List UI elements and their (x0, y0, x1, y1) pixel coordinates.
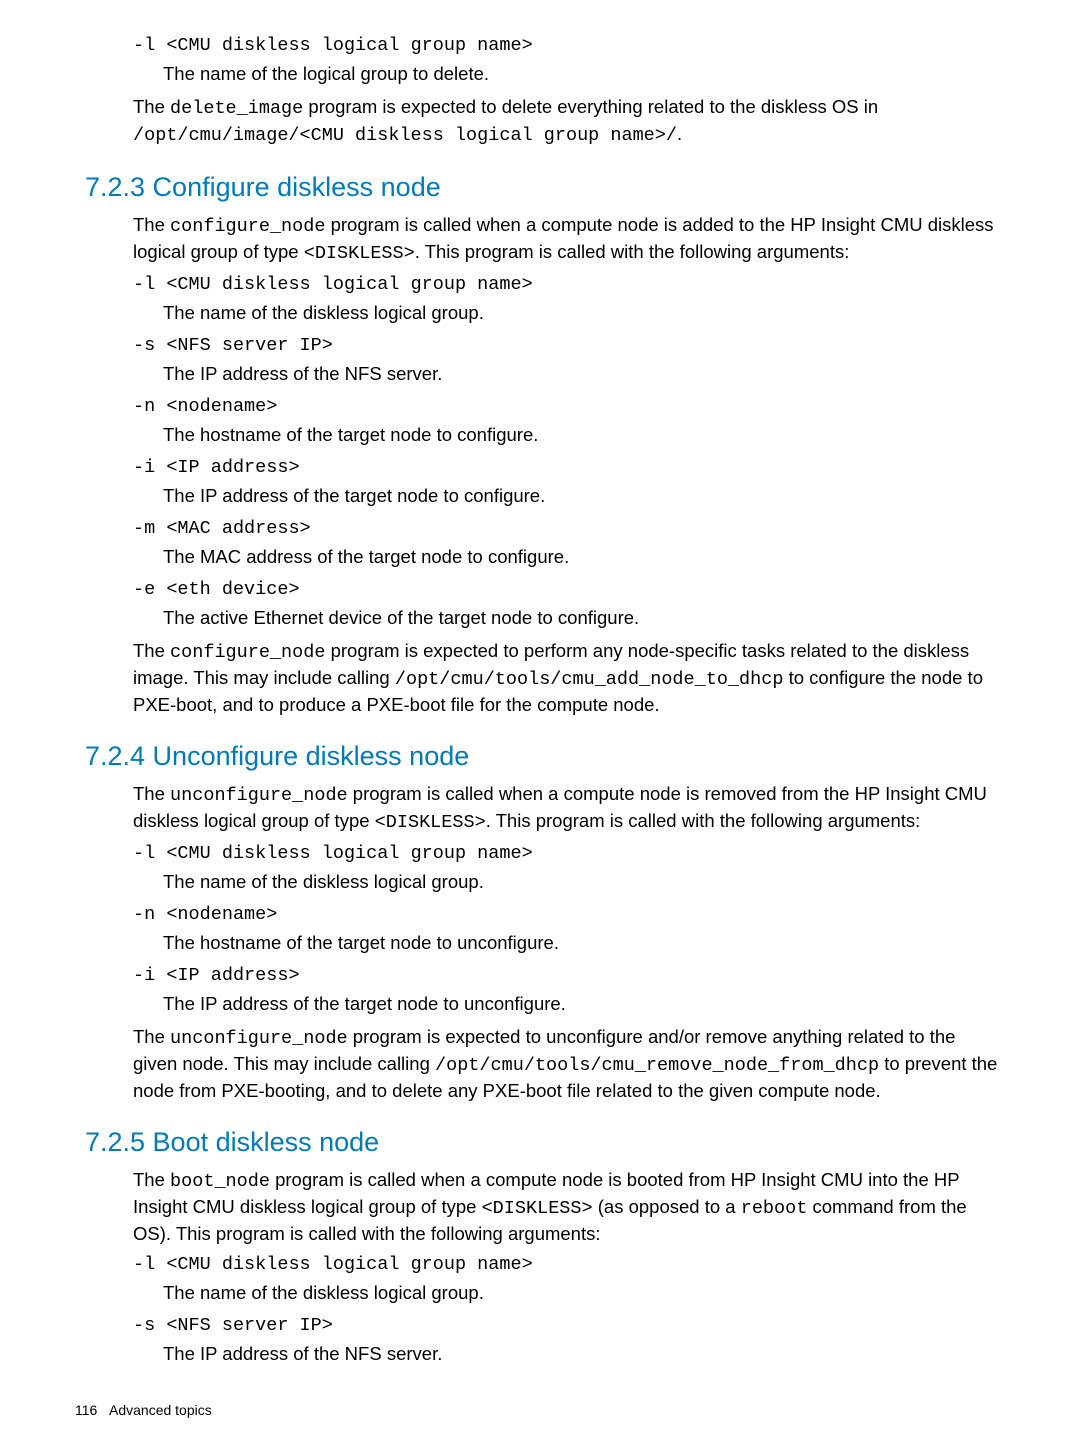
page-footer: 116 Advanced topics (75, 1401, 212, 1420)
arg-desc: The IP address of the target node to unc… (163, 992, 1003, 1017)
section-outro: The unconfigure_node program is expected… (133, 1025, 1003, 1104)
section-intro: The boot_node program is called when a c… (133, 1168, 1003, 1247)
arg-desc: The hostname of the target node to uncon… (163, 931, 1003, 956)
section-heading: 7.2.3 Configure diskless node (85, 169, 1003, 205)
arg-flag: -m <MAC address> (133, 517, 1003, 542)
arg-flag: -l <CMU diskless logical group name> (133, 842, 1003, 867)
chapter-title: Advanced topics (109, 1402, 212, 1418)
section-724: 7.2.4 Unconfigure diskless node The unco… (133, 738, 1003, 1104)
arg-flag: -i <IP address> (133, 964, 1003, 989)
section-intro: The configure_node program is called whe… (133, 213, 1003, 267)
arg-flag: -l <CMU diskless logical group name> (133, 1253, 1003, 1278)
intro-paragraph: The delete_image program is expected to … (133, 95, 1003, 149)
section-heading: 7.2.5 Boot diskless node (85, 1124, 1003, 1160)
intro-block: -l <CMU diskless logical group name> The… (133, 34, 1003, 149)
arg-desc: The name of the logical group to delete. (163, 62, 1003, 87)
arg-flag: -s <NFS server IP> (133, 1314, 1003, 1339)
arg-flag: -l <CMU diskless logical group name> (133, 273, 1003, 298)
arg-flag: -n <nodename> (133, 395, 1003, 420)
arg-desc: The active Ethernet device of the target… (163, 606, 1003, 631)
arg-desc: The MAC address of the target node to co… (163, 545, 1003, 570)
arg-desc: The IP address of the target node to con… (163, 484, 1003, 509)
arg-flag: -s <NFS server IP> (133, 334, 1003, 359)
arg-desc: The hostname of the target node to confi… (163, 423, 1003, 448)
arg-desc: The name of the diskless logical group. (163, 870, 1003, 895)
section-725: 7.2.5 Boot diskless node The boot_node p… (133, 1124, 1003, 1367)
arg-desc: The IP address of the NFS server. (163, 1342, 1003, 1367)
section-heading: 7.2.4 Unconfigure diskless node (85, 738, 1003, 774)
arg-flag: -l <CMU diskless logical group name> (133, 34, 1003, 59)
page-number: 116 (75, 1402, 97, 1418)
section-outro: The configure_node program is expected t… (133, 639, 1003, 718)
arg-desc: The name of the diskless logical group. (163, 1281, 1003, 1306)
section-intro: The unconfigure_node program is called w… (133, 782, 1003, 836)
arg-flag: -e <eth device> (133, 578, 1003, 603)
arg-flag: -i <IP address> (133, 456, 1003, 481)
arg-flag: -n <nodename> (133, 903, 1003, 928)
section-723: 7.2.3 Configure diskless node The config… (133, 169, 1003, 718)
page: -l <CMU diskless logical group name> The… (0, 0, 1080, 1438)
arg-desc: The IP address of the NFS server. (163, 362, 1003, 387)
arg-desc: The name of the diskless logical group. (163, 301, 1003, 326)
